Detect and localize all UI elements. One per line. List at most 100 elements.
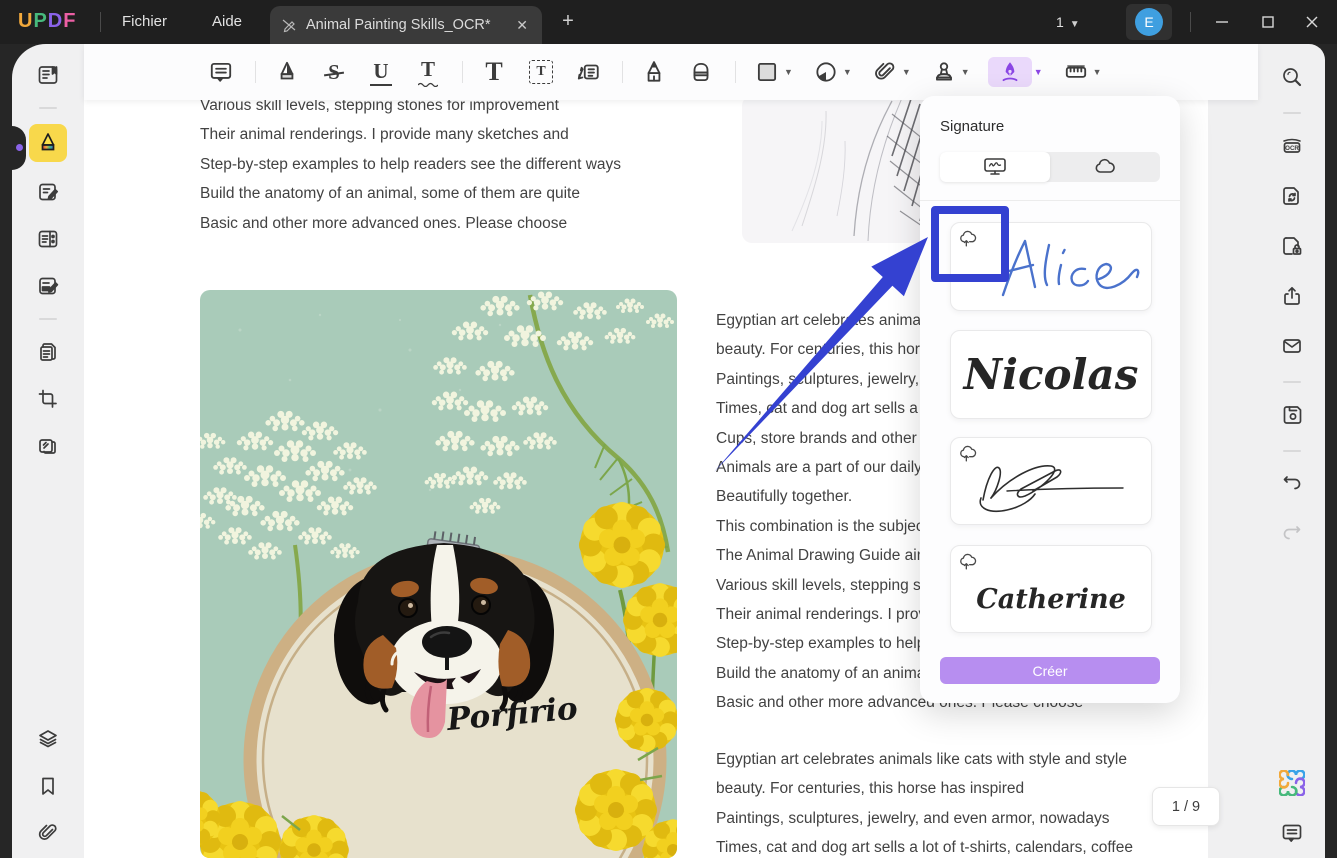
tab-cloud-signature[interactable] xyxy=(1050,152,1160,182)
create-signature-button[interactable]: Créer xyxy=(940,657,1160,684)
doc-text-line: Step-by-step examples to help readers se… xyxy=(200,150,621,179)
signature-item-nicolas[interactable]: Nicolas xyxy=(950,330,1152,419)
sticker-tool[interactable] xyxy=(811,57,841,87)
menu-aide[interactable]: Aide xyxy=(198,0,256,44)
signature-item-scribble[interactable] xyxy=(950,437,1152,525)
sidebar-item-attachments[interactable] xyxy=(31,816,65,850)
blue-square-annotation xyxy=(931,206,1009,282)
signature-item-catherine[interactable]: Catherine xyxy=(950,545,1152,633)
account-button[interactable]: E xyxy=(1126,4,1172,40)
sidebar-item-annotate[interactable] xyxy=(29,124,67,162)
sidebar-item-bookmarks[interactable] xyxy=(31,769,65,803)
chevron-down-icon[interactable]: ▼ xyxy=(784,67,793,77)
sidebar-item-crop[interactable] xyxy=(31,382,65,416)
document-tab[interactable]: Animal Painting Skills_OCR* ✕ xyxy=(270,6,542,44)
highlighter-icon xyxy=(36,131,60,155)
strikethrough-tool[interactable]: S xyxy=(319,57,349,87)
page-count-dropdown[interactable]: 1▼ xyxy=(1056,0,1080,44)
highlight-tool[interactable] xyxy=(272,57,302,87)
sidebar-item-share[interactable] xyxy=(1275,279,1309,313)
maximize-icon xyxy=(1262,16,1274,28)
sidebar-item-organize[interactable] xyxy=(31,222,65,256)
sidebar-item-ocr[interactable]: OCR xyxy=(1275,129,1309,163)
attachment-tool[interactable] xyxy=(870,57,900,87)
stamp-tool[interactable] xyxy=(929,57,959,87)
sidebar-item-compare[interactable] xyxy=(31,429,65,463)
organize-pages-icon xyxy=(36,227,60,251)
svg-text:OCR: OCR xyxy=(1285,145,1299,152)
text-callout-tool[interactable] xyxy=(573,57,603,87)
catherine-signature-text: Catherine xyxy=(951,546,1151,633)
new-tab-button[interactable]: + xyxy=(556,10,580,33)
ai-assistant-icon xyxy=(1279,770,1305,796)
maximize-button[interactable] xyxy=(1248,0,1288,44)
tab-device-signature[interactable] xyxy=(940,152,1050,182)
divider xyxy=(1190,12,1191,32)
paragraph-bottom: Egyptian art celebrates animals like cat… xyxy=(716,745,1133,858)
dog-embroidery-photo: Porfirio xyxy=(200,290,677,858)
sidebar-item-comments[interactable] xyxy=(1275,816,1309,850)
divider xyxy=(39,107,57,109)
eraser-tool[interactable] xyxy=(686,57,716,87)
chevron-down-icon[interactable]: ▼ xyxy=(1093,67,1102,77)
cloud-upload-icon xyxy=(958,445,978,465)
chevron-down-icon[interactable]: ▼ xyxy=(961,67,970,77)
sidebar-item-layers[interactable] xyxy=(31,722,65,756)
avatar: E xyxy=(1135,8,1163,36)
sidebar-item-reader[interactable] xyxy=(31,58,65,92)
page-indicator: 1 / 9 xyxy=(1152,787,1220,826)
updf-logo: UPDF xyxy=(18,10,76,33)
sidebar-item-ai-assistant[interactable] xyxy=(1275,766,1309,800)
sidebar-item-search[interactable] xyxy=(1275,60,1309,94)
sidebar-item-pages[interactable] xyxy=(31,335,65,369)
rectangle-shape-icon xyxy=(754,59,780,85)
close-button[interactable] xyxy=(1292,0,1332,44)
mail-icon xyxy=(1280,334,1304,358)
underline-tool[interactable]: U xyxy=(366,57,396,87)
text-callout-icon xyxy=(575,59,601,85)
add-text-tool[interactable]: T xyxy=(479,57,509,87)
page-gutter xyxy=(1208,100,1258,858)
sidebar-item-redo[interactable] xyxy=(1275,517,1309,551)
chevron-down-icon[interactable]: ▼ xyxy=(902,67,911,77)
sidebar-item-undo[interactable] xyxy=(1275,467,1309,501)
search-icon xyxy=(1280,65,1304,89)
pencil-tool[interactable] xyxy=(639,57,669,87)
divider xyxy=(920,200,1180,201)
measure-tool[interactable] xyxy=(1061,57,1091,87)
save-icon xyxy=(1280,403,1304,427)
squiggly-underline-tool[interactable]: T xyxy=(413,57,443,87)
scribble-signature-drawing xyxy=(951,438,1151,524)
note-tool[interactable] xyxy=(206,57,236,87)
sidebar-item-convert[interactable] xyxy=(1275,179,1309,213)
stamp-icon xyxy=(931,59,957,85)
edit-document-icon xyxy=(36,180,60,204)
paperclip-icon xyxy=(872,59,898,85)
pencil-icon xyxy=(641,59,667,85)
pen-slash-icon xyxy=(280,16,298,34)
sidebar-item-save[interactable] xyxy=(1275,398,1309,432)
divider xyxy=(1283,450,1301,452)
chevron-down-icon[interactable]: ▼ xyxy=(843,67,852,77)
tab-title: Animal Painting Skills_OCR* xyxy=(306,17,504,33)
divider xyxy=(622,61,623,83)
shapes-tool[interactable] xyxy=(752,57,782,87)
form-edit-icon xyxy=(36,274,60,298)
doc-text-line: Build the anatomy of an animal, some of … xyxy=(200,179,621,208)
chevron-down-icon[interactable]: ▼ xyxy=(1034,67,1043,77)
minimize-button[interactable] xyxy=(1202,0,1242,44)
text-box-tool[interactable]: T xyxy=(526,57,556,87)
signature-tool[interactable] xyxy=(988,57,1032,87)
ruler-icon xyxy=(1063,59,1089,85)
sticker-icon xyxy=(813,59,839,85)
paragraph-top-left: Various skill levels, stepping stones fo… xyxy=(200,100,621,238)
tab-close-icon[interactable]: ✕ xyxy=(512,16,532,34)
sidebar-item-email[interactable] xyxy=(1275,329,1309,363)
sidebar-item-edit[interactable] xyxy=(31,175,65,209)
doc-text-line: Egyptian art celebrates animals like cat… xyxy=(716,745,1133,774)
underline-icon: U xyxy=(370,59,391,86)
sidebar-item-protect[interactable] xyxy=(1275,229,1309,263)
sidebar-item-forms[interactable] xyxy=(31,269,65,303)
doc-text-line: Paintings, sculptures, jewelry, and even… xyxy=(716,804,1133,833)
menu-fichier[interactable]: Fichier xyxy=(108,0,181,44)
